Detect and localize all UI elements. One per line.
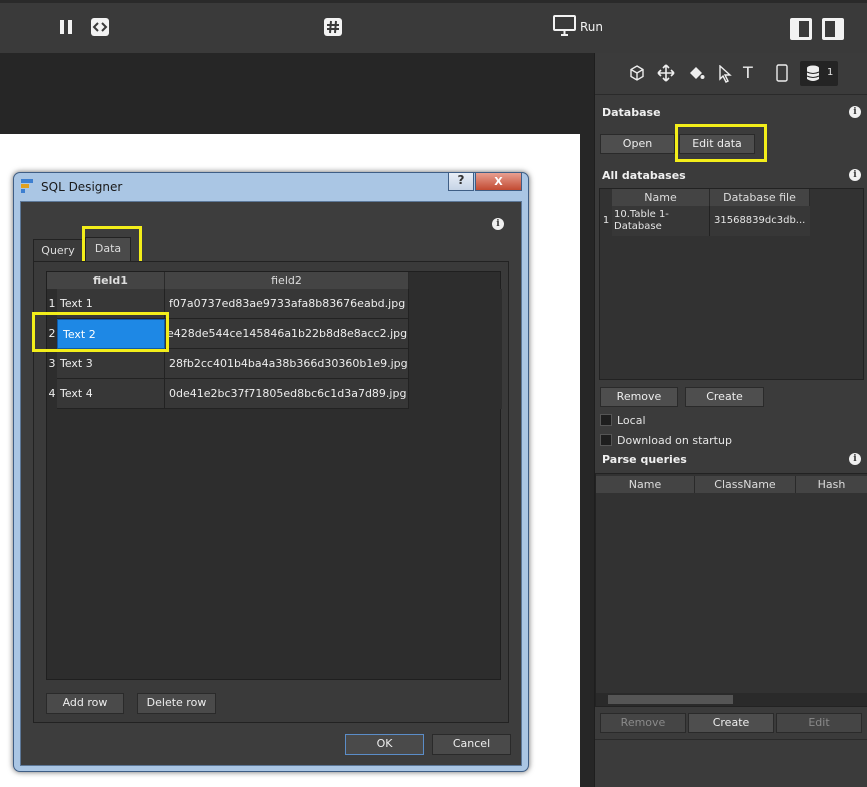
cancel-button[interactable]: Cancel (432, 734, 511, 755)
tab-data[interactable]: Data (85, 237, 131, 261)
empty-cell (409, 319, 502, 349)
canvas-gutter (580, 134, 594, 787)
info-icon[interactable]: i (492, 218, 504, 230)
remove-query-button[interactable]: Remove (600, 713, 686, 733)
divider (595, 739, 867, 740)
corner-header (47, 272, 57, 289)
hash-icon[interactable] (323, 17, 343, 37)
column-header-field2[interactable]: field2 (165, 272, 409, 289)
download-on-startup-checkbox[interactable] (600, 434, 612, 446)
table-row[interactable]: 4 Text 4 0de41e2bc37f71805ed8bc6c1d3a7d8… (47, 379, 502, 409)
horizontal-scrollbar[interactable] (596, 693, 867, 706)
row-number: 2 (47, 319, 57, 349)
remove-database-button[interactable]: Remove (600, 387, 678, 407)
empty-cell (409, 379, 502, 409)
table-row[interactable]: 2 Text 2 e428de544ce145846a1b22b8d8e8acc… (47, 319, 502, 349)
db-file-cell[interactable]: 31568839dc3db... (710, 206, 810, 236)
info-icon[interactable]: i (849, 453, 861, 465)
code-icon[interactable] (90, 17, 110, 37)
empty-cell (409, 349, 502, 379)
run-label[interactable]: Run (580, 20, 603, 34)
field2-cell[interactable]: 0de41e2bc37f71805ed8bc6c1d3a7d89.jpg (165, 379, 409, 409)
database-title: Database (602, 106, 661, 119)
empty-cell (409, 289, 502, 319)
move-icon[interactable] (657, 64, 675, 82)
ok-button[interactable]: OK (345, 734, 424, 755)
pause-icon[interactable] (58, 19, 74, 35)
field2-cell[interactable]: e428de544ce145846a1b22b8d8e8acc2.jpg (165, 319, 409, 349)
close-button[interactable]: X (475, 173, 522, 191)
monitor-icon[interactable] (553, 15, 577, 37)
field1-cell[interactable]: Text 4 (57, 379, 165, 409)
field2-cell[interactable]: 28fb2cc401b4ba4a38b366d30360b1e9.jpg (165, 349, 409, 379)
field1-cell[interactable]: Text 3 (57, 349, 165, 379)
edit-query-button[interactable]: Edit (776, 713, 862, 733)
dialog-body: i Query Data field1 field2 1 Text 1 f07a… (20, 201, 522, 766)
cube-icon[interactable] (629, 65, 645, 81)
open-button[interactable]: Open (600, 134, 675, 154)
table-row[interactable]: 1 Text 1 f07a0737ed83ae9733afa8b83676eab… (47, 289, 502, 319)
sql-designer-dialog: SQL Designer ? X i Query Data field1 fie… (13, 172, 529, 772)
column-header[interactable]: Hash (796, 476, 867, 493)
database-icon (806, 65, 820, 81)
paint-bucket-icon[interactable] (687, 64, 705, 82)
column-header[interactable]: ClassName (695, 476, 796, 493)
info-icon[interactable]: i (849, 106, 861, 118)
all-databases-title: All databases (602, 169, 686, 182)
database-count: 1 (827, 67, 834, 78)
db-name-cell[interactable]: 10.Table 1-Database (612, 206, 710, 236)
delete-row-button[interactable]: Delete row (137, 693, 216, 714)
row-number: 4 (47, 379, 57, 409)
properties-panel: T 1 Database i Open Edit data All databa… (594, 53, 867, 787)
column-header[interactable]: Name (596, 476, 695, 493)
field1-cell[interactable]: Text 1 (57, 289, 165, 319)
table-row[interactable]: 3 Text 3 28fb2cc401b4ba4a38b366d30360b1e… (47, 349, 502, 379)
local-checkbox[interactable] (600, 414, 612, 426)
layout-right-icon[interactable] (821, 17, 845, 41)
scrollbar-thumb[interactable] (608, 695, 733, 704)
column-header-field1[interactable]: field1 (57, 272, 165, 289)
database-tool-button[interactable]: 1 (800, 61, 838, 86)
row-number: 3 (47, 349, 57, 379)
field2-cell[interactable]: f07a0737ed83ae9733afa8b83676eabd.jpg (165, 289, 409, 319)
stage-header (0, 53, 594, 134)
data-tab-panel: field1 field2 1 Text 1 f07a0737ed83ae973… (32, 261, 509, 723)
create-query-button[interactable]: Create (688, 713, 774, 733)
edit-data-button[interactable]: Edit data (679, 134, 755, 154)
layout-left-icon[interactable] (789, 17, 813, 41)
app-icon (21, 179, 33, 193)
dialog-title: SQL Designer (41, 180, 123, 194)
local-label: Local (617, 414, 646, 427)
row-number: 1 (47, 289, 57, 319)
tab-query[interactable]: Query (33, 239, 83, 261)
row-gutter (47, 409, 57, 679)
parse-queries-table[interactable]: Name ClassName Hash (595, 473, 867, 707)
divider (595, 94, 867, 95)
info-icon[interactable]: i (849, 169, 861, 181)
add-row-button[interactable]: Add row (46, 693, 124, 714)
data-grid[interactable]: field1 field2 1 Text 1 f07a0737ed83ae973… (46, 271, 502, 680)
row-number: 1 (602, 215, 610, 226)
databases-table[interactable]: Name Database file 1 10.Table 1-Database… (599, 188, 864, 380)
parse-queries-title: Parse queries (602, 453, 687, 466)
pointer-icon[interactable] (718, 65, 732, 83)
phone-icon[interactable] (776, 64, 788, 82)
column-header[interactable]: Name (612, 189, 710, 206)
column-header[interactable]: Database file (710, 189, 810, 206)
field1-cell-selected[interactable]: Text 2 (57, 319, 165, 349)
help-button[interactable]: ? (448, 173, 474, 191)
text-icon[interactable]: T (743, 63, 753, 82)
create-database-button[interactable]: Create (685, 387, 764, 407)
top-toolbar: Run (0, 0, 867, 53)
download-on-startup-label: Download on startup (617, 434, 732, 447)
